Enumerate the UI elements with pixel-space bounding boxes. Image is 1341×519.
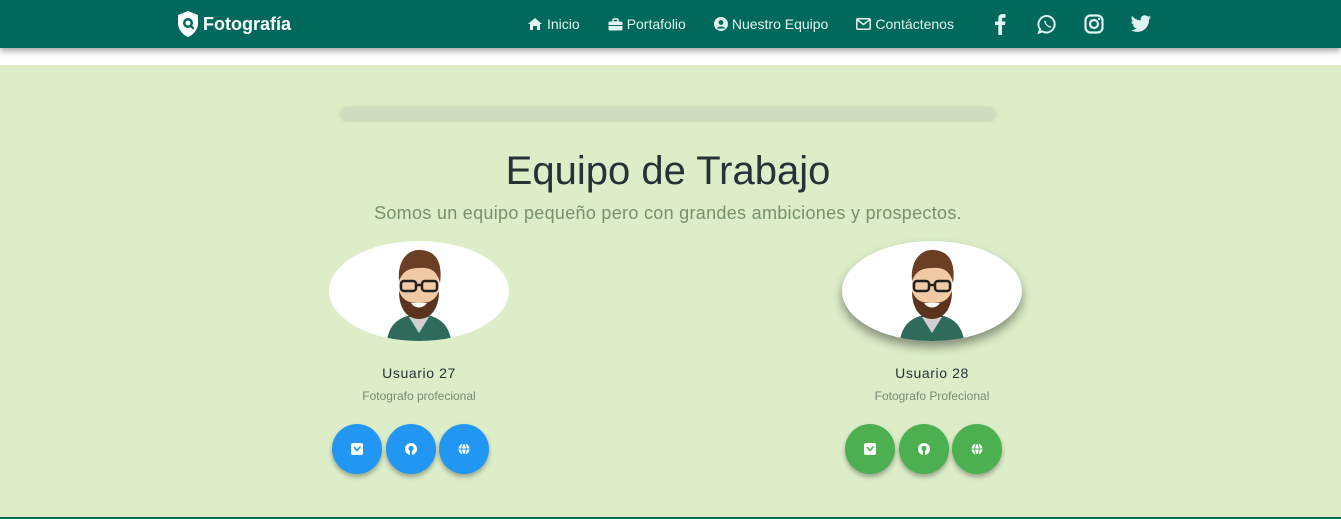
social-links: [988, 0, 1176, 48]
nav-link-label: Inicio: [547, 16, 580, 32]
shield-camera-icon: [178, 11, 198, 37]
user-circle-icon: [713, 17, 728, 31]
team-member-card: Usuario 28 Fotografo Profecional: [842, 241, 1022, 474]
nav-link-contactenos[interactable]: Contáctenos: [856, 16, 954, 32]
website-button[interactable]: [439, 424, 489, 474]
website-button[interactable]: [952, 424, 1002, 474]
envelope-icon: [856, 18, 872, 30]
nav-link-portafolio[interactable]: Portafolio: [608, 16, 686, 32]
twitter-square-icon: [864, 443, 876, 455]
team-section: Equipo de Trabajo Somos un equipo pequeñ…: [0, 65, 1341, 517]
section-subtitle: Somos un equipo pequeño pero con grandes…: [374, 203, 962, 223]
member-name: Usuario 27: [382, 365, 456, 381]
avatar-illustration: [387, 249, 451, 341]
section-divider: [341, 108, 995, 120]
member-role: Fotografo Profecional: [874, 389, 990, 403]
avatar: [329, 241, 509, 341]
nav-link-label: Nuestro Equipo: [731, 16, 829, 32]
twitter-square-icon: [351, 443, 363, 455]
briefcase-icon: [608, 17, 623, 30]
globe-icon: [458, 443, 470, 455]
twitter-button[interactable]: [845, 424, 895, 474]
nav-links: Inicio Portafolio Nuestro Equipo Contáct…: [527, 0, 982, 48]
github-icon: [404, 443, 417, 455]
nav-link-nuestro-equipo[interactable]: Nuestro Equipo: [713, 16, 829, 32]
facebook-icon[interactable]: [988, 13, 1012, 35]
brand-link[interactable]: Fotografía: [176, 10, 291, 38]
whatsapp-icon[interactable]: [1035, 14, 1059, 35]
member-name: Usuario 28: [895, 365, 969, 381]
home-icon: [528, 18, 542, 30]
nav-link-label: Contáctenos: [875, 16, 954, 32]
avatar: [842, 241, 1022, 341]
member-social-buttons: [845, 424, 1006, 474]
nav-link-label: Portafolio: [626, 16, 686, 32]
twitter-button[interactable]: [332, 424, 382, 474]
member-social-buttons: [332, 424, 493, 474]
brand-title: Fotografía: [203, 13, 291, 34]
globe-icon: [971, 443, 983, 455]
navbar: Fotografía Inicio Portafolio Nuestro Equ…: [0, 0, 1341, 48]
twitter-icon[interactable]: [1129, 15, 1153, 33]
github-icon: [917, 443, 930, 455]
github-button[interactable]: [385, 424, 436, 474]
nav-link-inicio[interactable]: Inicio: [527, 16, 580, 32]
team-member-card: Usuario 27 Fotografo profecional: [329, 241, 509, 474]
avatar-illustration: [900, 249, 964, 341]
section-title: Equipo de Trabajo: [505, 149, 831, 193]
instagram-icon[interactable]: [1082, 14, 1106, 34]
github-button[interactable]: [898, 424, 949, 474]
member-role: Fotografo profecional: [362, 389, 476, 403]
